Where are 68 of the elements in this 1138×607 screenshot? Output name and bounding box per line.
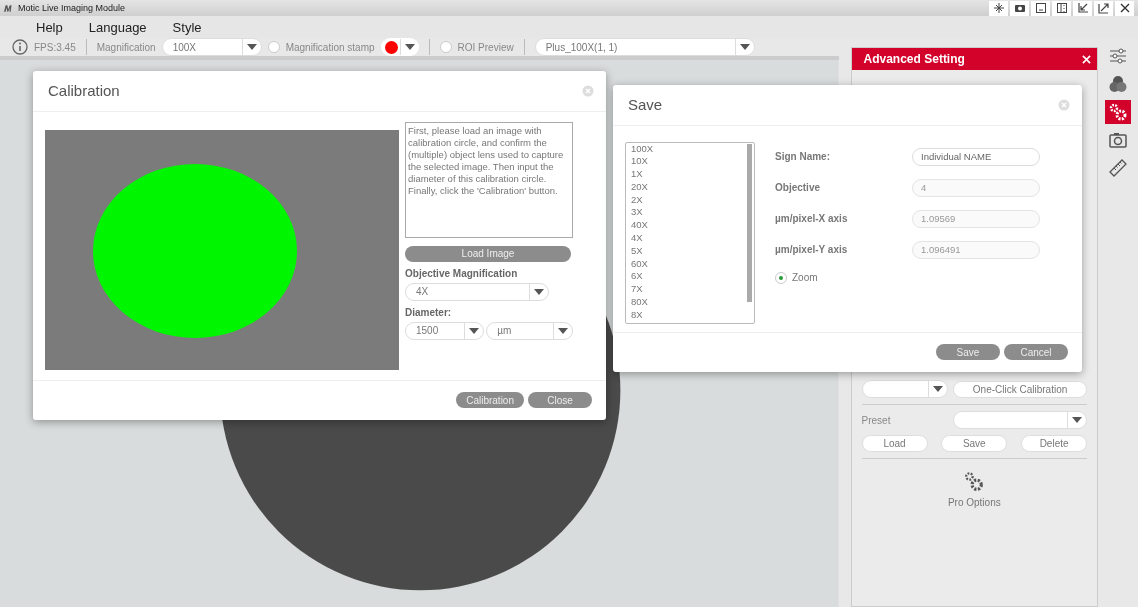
dialog-button[interactable]: Calibration xyxy=(456,392,524,409)
preset-button[interactable]: Save xyxy=(941,435,1008,452)
gears-icon[interactable] xyxy=(963,471,986,493)
panel-title: Advanced Setting xyxy=(863,52,965,66)
preset-label: Preset xyxy=(861,414,891,426)
camera-icon xyxy=(1013,2,1026,14)
field-label: Sign Name: xyxy=(775,151,830,162)
dialog-button[interactable]: Save xyxy=(936,344,1000,361)
diameter-label: Diameter: xyxy=(405,306,453,318)
dialog-button[interactable]: Cancel xyxy=(1004,344,1068,361)
scrollbar-thumb[interactable] xyxy=(747,143,752,302)
objective-list-item[interactable]: 6X xyxy=(631,270,654,284)
menu-item[interactable]: Language xyxy=(88,19,147,35)
input-field[interactable]: Individual NAME xyxy=(912,147,1040,166)
menu-item[interactable]: Help xyxy=(36,19,63,35)
objective-select[interactable]: 4X xyxy=(405,282,549,301)
dialog-button[interactable]: Close xyxy=(528,392,592,409)
fps-readout: FPS:3.45 xyxy=(34,41,76,53)
objective-list-item[interactable]: 10X xyxy=(631,155,654,169)
field-label: µm/pixel-X axis xyxy=(775,213,848,224)
zoom-radio[interactable] xyxy=(775,271,787,284)
load-image-button[interactable]: Load Image xyxy=(405,245,571,262)
objective-list-item[interactable]: 7X xyxy=(631,283,654,297)
objective-list-item[interactable]: 1X xyxy=(631,168,654,181)
stamp-color-select[interactable] xyxy=(380,38,419,56)
info-icon[interactable] xyxy=(12,39,28,55)
minimize-button[interactable] xyxy=(1031,0,1050,16)
unit-select[interactable]: µm xyxy=(486,321,573,340)
objective-list-item[interactable]: 80X xyxy=(631,296,654,309)
objective-list-item[interactable]: 4X xyxy=(631,232,654,245)
close-icon[interactable] xyxy=(1082,54,1092,64)
objective-list-item[interactable]: 60X xyxy=(631,257,654,271)
roi-preview-label: ROI Preview xyxy=(457,41,514,53)
maximize-button[interactable] xyxy=(1094,0,1113,16)
preset-select[interactable]: Plus_100X(1, 1) xyxy=(534,38,755,56)
field-label: µm/pixel-Y axis xyxy=(775,244,848,255)
pro-options-label[interactable]: Pro Options xyxy=(947,497,1001,508)
dialog-title: Save xyxy=(628,96,663,114)
objective-magnification-label: Objective Magnification xyxy=(405,267,519,279)
zoom-label: Zoom xyxy=(792,272,818,283)
objective-list-item[interactable]: 2X xyxy=(631,193,654,207)
close-button[interactable] xyxy=(1115,0,1134,16)
objective-list-item[interactable]: 40X xyxy=(631,219,654,233)
instructions-text: First, please load an image with calibration circle, and confirm the (multiple) object lens used to capture the selected image. Then input the diameter of this calibration circle. Finally, click the 'Calibration' button. xyxy=(405,121,573,238)
stamp-label: Magnification stamp xyxy=(285,41,375,53)
magnification-label: Magnification xyxy=(96,41,156,53)
diameter-select[interactable]: 1500 xyxy=(405,321,485,340)
objective-list-item[interactable]: 100X xyxy=(631,142,654,156)
crosshair-button[interactable] xyxy=(989,0,1008,16)
dialog-title: Calibration xyxy=(48,82,120,100)
camera-button[interactable] xyxy=(1010,0,1029,16)
window-title: Motic Live Imaging Module xyxy=(18,3,126,13)
objective-list-item[interactable]: 20X xyxy=(631,180,654,194)
magnification-select[interactable]: 100X xyxy=(161,38,262,56)
columns-button[interactable] xyxy=(1052,0,1071,16)
objective-list-item[interactable]: 8X xyxy=(631,308,654,322)
shrink-button[interactable] xyxy=(1073,0,1092,16)
preset-button[interactable]: Load xyxy=(861,435,928,452)
preset-button[interactable]: Delete xyxy=(1021,435,1088,452)
menu-item[interactable]: Style xyxy=(172,19,202,35)
gears-tool-button[interactable] xyxy=(1105,100,1132,124)
roi-preview-radio[interactable] xyxy=(439,41,452,53)
app-logo-icon xyxy=(4,4,14,12)
objective-list-item[interactable]: 5X xyxy=(631,244,654,258)
objective-list-item[interactable]: 3X xyxy=(631,206,654,220)
stamp-radio[interactable] xyxy=(267,41,280,53)
one-click-calibration-button[interactable]: One-Click Calibration xyxy=(953,380,1088,398)
field-label: Objective xyxy=(775,182,821,193)
